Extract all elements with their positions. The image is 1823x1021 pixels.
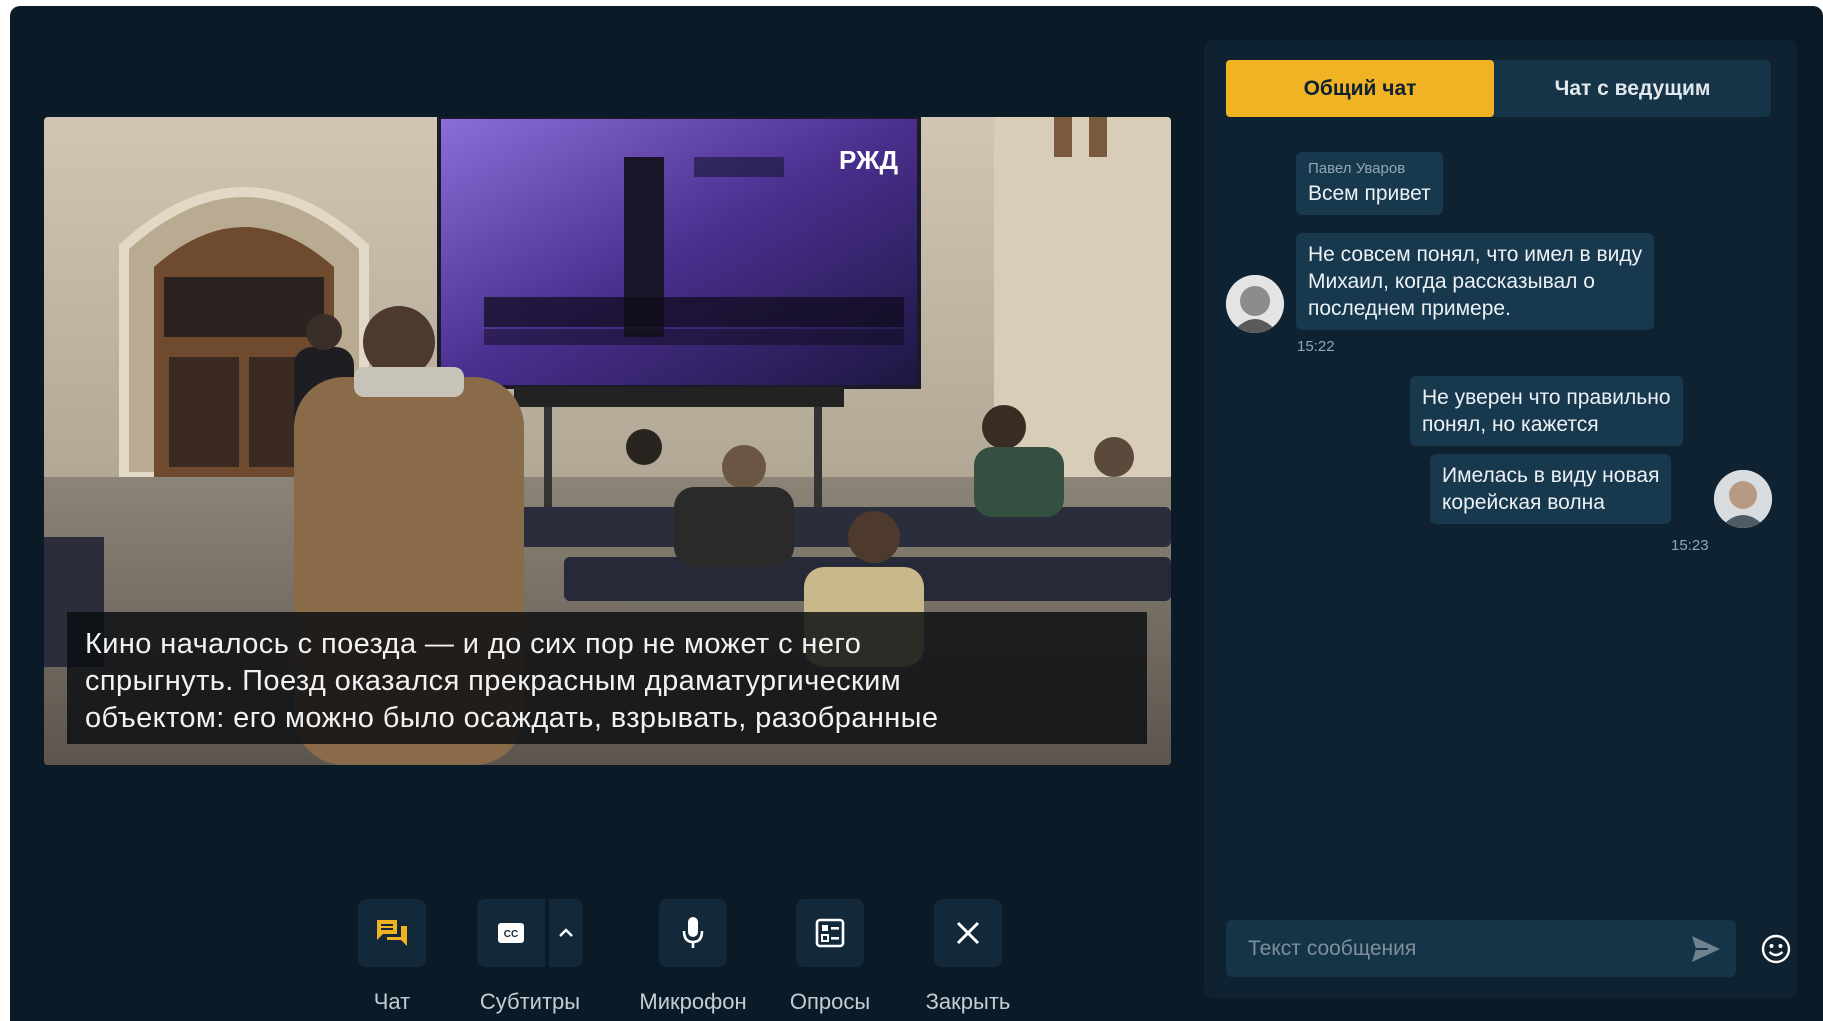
chat-message: Имелась в виду новая корейская волна: [1430, 454, 1672, 524]
message-time: 15:22: [1297, 338, 1335, 355]
chat-icon: [377, 920, 407, 946]
message-text: Не уверен что правильно: [1422, 386, 1671, 409]
message-text: Всем привет: [1308, 182, 1431, 205]
person-icon: [1714, 470, 1772, 528]
microphone-icon: [682, 917, 704, 948]
avatar: [1714, 470, 1772, 528]
subtitles-label: Субтитры: [479, 989, 581, 1014]
microphone-control[interactable]: Микрофон: [628, 899, 758, 1015]
microphone-label: Микрофон: [639, 989, 747, 1014]
cc-icon: CC: [498, 923, 524, 943]
subtitle-line: спрыгнуть. Поезд оказался прекрасным дра…: [85, 665, 902, 697]
chat-label: Чат: [373, 989, 411, 1014]
subtitles-overlay: Кино началось с поезда — и до сих пор не…: [67, 612, 1147, 744]
polls-label: Опросы: [789, 989, 871, 1014]
control-bar: Чат CC Субтитры Микрофон Опросы Закрыть: [10, 899, 1200, 1019]
message-input[interactable]: [1226, 920, 1666, 977]
message-text: корейская волна: [1442, 491, 1605, 514]
chevron-up-icon: [559, 928, 573, 937]
message-time: 15:23: [1671, 537, 1709, 554]
message-composer: [1226, 920, 1736, 977]
subtitles-control[interactable]: CC Субтитры: [450, 899, 610, 1015]
close-icon: [956, 921, 980, 945]
subtitle-line: Кино началось с поезда — и до сих пор не…: [85, 628, 862, 660]
subtitle-line: объектом: его можно было осаждать, взрыв…: [85, 702, 939, 734]
message-text: последнем примере.: [1308, 297, 1511, 320]
subtitles-options-button[interactable]: [549, 899, 583, 967]
video-player[interactable]: РЖД Кино началось с поезда — и до сих по…: [44, 117, 1171, 765]
emoji-icon[interactable]: [1760, 933, 1792, 965]
chat-message: Не уверен что правильно понял, но кажетс…: [1410, 376, 1683, 446]
message-text: Имелась в виду новая: [1442, 464, 1660, 487]
chat-tabs: Общий чат Чат с ведущим: [1226, 60, 1771, 117]
microphone-button[interactable]: [659, 899, 727, 967]
tab-general-chat[interactable]: Общий чат: [1226, 60, 1494, 117]
message-text: понял, но кажется: [1422, 413, 1599, 436]
chat-message: Не совсем понял, что имел в виду Михаил,…: [1296, 233, 1655, 330]
screen-logo: РЖД: [839, 145, 898, 175]
send-icon[interactable]: [1690, 934, 1722, 964]
app-window: РЖД Кино началось с поезда — и до сих по…: [10, 6, 1823, 1021]
message-text: Не совсем понял, что имел в виду: [1308, 243, 1643, 266]
close-control[interactable]: Закрыть: [908, 899, 1028, 1015]
avatar: [1226, 275, 1284, 333]
poll-icon: [815, 918, 845, 948]
person-icon: [1226, 275, 1284, 333]
svg-text:CC: CC: [504, 929, 518, 940]
message-text: Михаил, когда рассказывал о: [1308, 270, 1595, 293]
chat-message: Павел Уваров Всем привет: [1296, 152, 1443, 215]
polls-button[interactable]: [796, 899, 864, 967]
message-author: Павел Уваров: [1308, 160, 1406, 177]
polls-control[interactable]: Опросы: [780, 899, 880, 1015]
close-label: Закрыть: [925, 989, 1011, 1014]
close-button[interactable]: [934, 899, 1002, 967]
chat-control[interactable]: Чат: [356, 899, 428, 1015]
chat-panel: Общий чат Чат с ведущим Павел Уваров Все…: [1204, 40, 1797, 998]
chat-button[interactable]: [358, 899, 426, 967]
tab-host-chat[interactable]: Чат с ведущим: [1494, 60, 1771, 117]
subtitles-button[interactable]: CC: [477, 899, 545, 967]
